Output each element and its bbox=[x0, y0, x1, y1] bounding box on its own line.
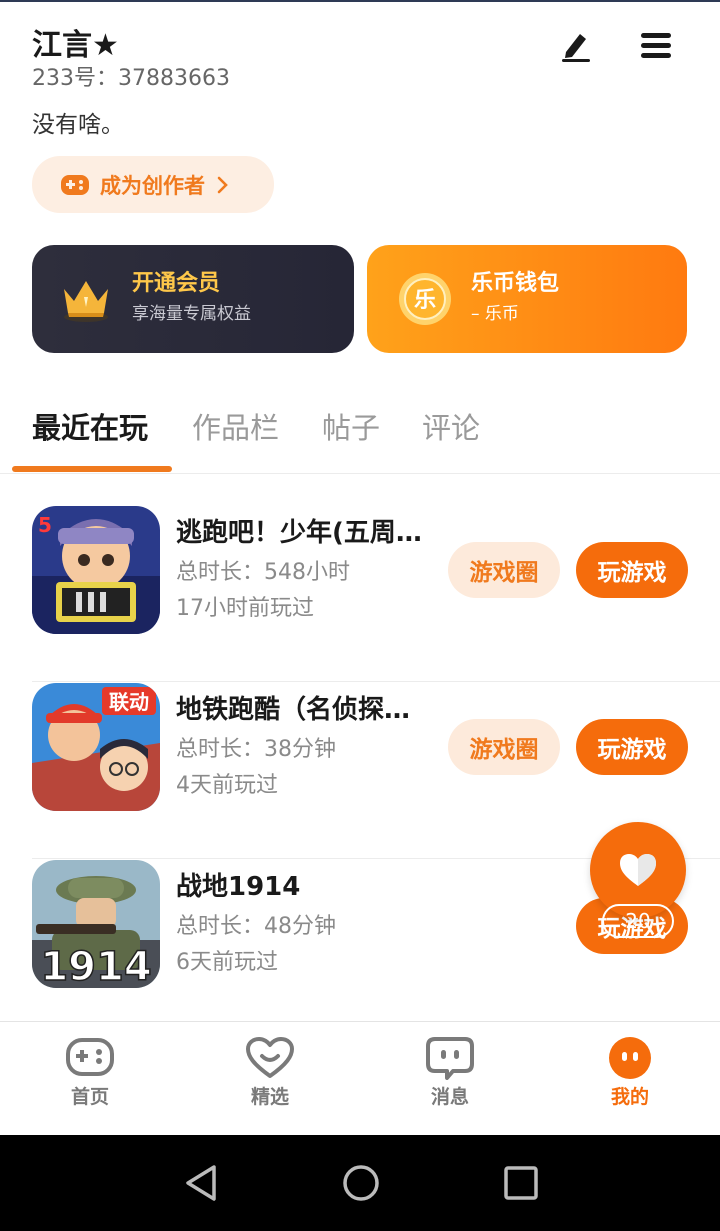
profile-tabs: 最近在玩 作品栏 帖子 评论 bbox=[0, 400, 720, 474]
user-bio: 没有啥。 bbox=[32, 112, 124, 138]
user-id: 233号：37883663 bbox=[32, 66, 230, 91]
play-game-button[interactable]: 玩游戏 bbox=[576, 719, 688, 775]
profile-header: 江言★ 233号：37883663 bbox=[32, 26, 230, 92]
game-icon: 1914 bbox=[32, 860, 160, 988]
vip-card[interactable]: 开通会员 享海量专属权益 bbox=[32, 245, 354, 353]
crown-icon bbox=[64, 281, 108, 322]
game-title: 战地1914 bbox=[176, 872, 301, 902]
svg-text:联动: 联动 bbox=[109, 690, 149, 714]
game-playtime: 总时长：38分钟 bbox=[176, 737, 336, 762]
recents-icon[interactable] bbox=[501, 1163, 541, 1203]
coin-card-subtitle: – 乐币 bbox=[471, 304, 519, 324]
gamepad-icon bbox=[61, 174, 89, 195]
game-title: 地铁跑酷（名侦探… bbox=[176, 695, 411, 725]
game-playtime: 总时长：48分钟 bbox=[176, 914, 336, 939]
svg-text:1914: 1914 bbox=[40, 944, 151, 988]
nav-home[interactable]: 首页 bbox=[30, 1036, 150, 1109]
vip-card-subtitle: 享海量专属权益 bbox=[132, 304, 251, 324]
game-title: 逃跑吧！少年(五周… bbox=[176, 518, 422, 548]
game-last-played: 4天前玩过 bbox=[176, 773, 278, 798]
gamepad-icon bbox=[66, 1038, 114, 1076]
svg-text:5: 5 bbox=[38, 513, 52, 537]
row-divider bbox=[32, 681, 720, 682]
nav-home-label: 首页 bbox=[70, 1086, 109, 1108]
become-creator-label: 成为创作者 bbox=[100, 173, 205, 198]
game-icon: 5 bbox=[32, 506, 160, 634]
become-creator-button[interactable]: 成为创作者 bbox=[32, 156, 274, 213]
coin-card-title: 乐币钱包 bbox=[471, 271, 560, 296]
home-circle-icon[interactable] bbox=[341, 1163, 381, 1203]
edit-icon[interactable] bbox=[558, 28, 594, 64]
nav-me[interactable]: 我的 bbox=[570, 1036, 690, 1109]
back-icon[interactable] bbox=[182, 1163, 222, 1203]
game-circle-button[interactable]: 游戏圈 bbox=[448, 542, 560, 598]
tab-comments[interactable]: 评论 bbox=[422, 408, 480, 448]
game-row[interactable]: 5 逃跑吧！少年(五周… 总时长：548小时 17小时前玩过 游戏圈 玩游戏 bbox=[32, 506, 720, 682]
system-nav-bar bbox=[0, 1135, 720, 1231]
heart-face-icon bbox=[246, 1037, 294, 1078]
tab-recently-played[interactable]: 最近在玩 bbox=[32, 408, 148, 448]
nav-messages[interactable]: 消息 bbox=[390, 1036, 510, 1109]
game-playtime: 总时长：548小时 bbox=[176, 560, 350, 585]
tab-posts[interactable]: 帖子 bbox=[322, 408, 380, 448]
tab-works[interactable]: 作品栏 bbox=[192, 408, 279, 448]
nav-featured-label: 精选 bbox=[250, 1086, 289, 1108]
play-game-button[interactable]: 玩游戏 bbox=[576, 542, 688, 598]
vip-card-title: 开通会员 bbox=[132, 271, 221, 296]
nav-featured[interactable]: 精选 bbox=[210, 1036, 330, 1109]
coin-wallet-card[interactable]: 乐 乐币钱包 – 乐币 bbox=[367, 245, 687, 353]
game-last-played: 17小时前玩过 bbox=[176, 596, 314, 621]
chevron-right-icon bbox=[217, 176, 228, 193]
like-count: 20 bbox=[602, 904, 674, 938]
nav-me-label: 我的 bbox=[610, 1086, 649, 1108]
game-circle-button[interactable]: 游戏圈 bbox=[448, 719, 560, 775]
nav-messages-label: 消息 bbox=[430, 1086, 469, 1108]
user-name: 江言★ bbox=[32, 28, 119, 63]
tab-indicator bbox=[12, 466, 172, 472]
heart-icon bbox=[620, 854, 656, 886]
menu-icon[interactable] bbox=[638, 28, 674, 64]
profile-face-icon bbox=[609, 1037, 651, 1079]
bottom-nav: 首页 精选 消息 我的 bbox=[0, 1021, 720, 1135]
game-last-played: 6天前玩过 bbox=[176, 950, 278, 975]
coin-icon: 乐 bbox=[399, 273, 451, 325]
top-status-line bbox=[0, 0, 720, 2]
coin-glyph: 乐 bbox=[414, 288, 436, 313]
chat-icon bbox=[426, 1037, 474, 1080]
game-icon: 联动 bbox=[32, 683, 160, 811]
